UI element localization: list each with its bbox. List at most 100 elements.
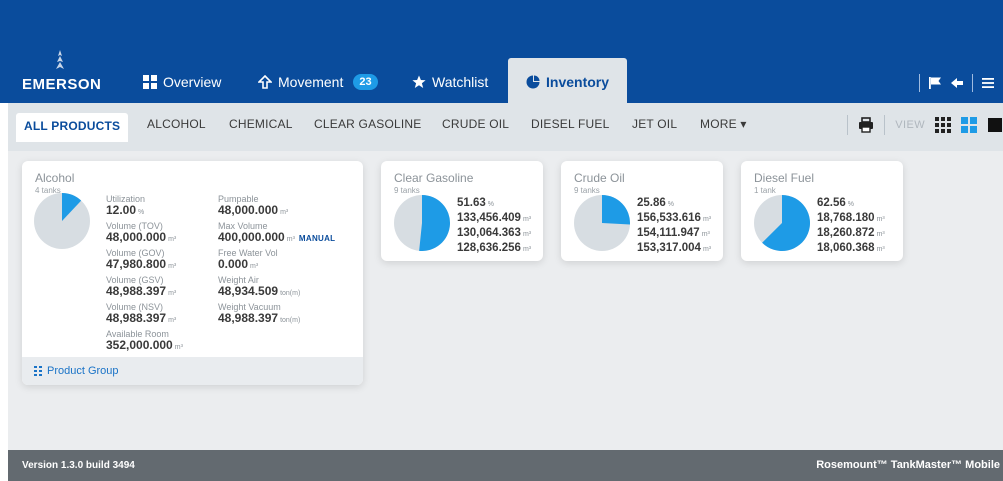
utilization-pie-chart bbox=[574, 195, 630, 251]
stat-value: 0.000 bbox=[218, 257, 249, 271]
drag-handle-icon bbox=[34, 366, 42, 376]
stat-item: Weight Air 48,934.509 ton(m) bbox=[218, 275, 335, 300]
value: 154,111.947 bbox=[637, 227, 700, 239]
pie-utilization-slice bbox=[602, 195, 630, 225]
subtab-alcohol[interactable]: ALCOHOL bbox=[147, 117, 206, 131]
nav-tab-label: Inventory bbox=[546, 74, 610, 90]
logout-icon[interactable] bbox=[950, 76, 964, 90]
subtab-crude-oil[interactable]: CRUDE OIL bbox=[442, 117, 509, 131]
value-row: 154,111.947 m³ bbox=[637, 227, 711, 241]
utilization-pie-chart bbox=[34, 193, 90, 249]
utilization-pie-chart bbox=[754, 195, 810, 251]
card-title: Crude Oil bbox=[574, 171, 625, 185]
stat-value-row: 400,000.000 m³ MANUAL bbox=[218, 231, 335, 246]
value-unit: m³ bbox=[522, 216, 532, 223]
stat-item: Weight Vacuum 48,988.397 ton(m) bbox=[218, 302, 335, 327]
divider bbox=[919, 74, 920, 92]
stats-left-column: Utilization 12.00% Volume (TOV) 48,000.000 m… bbox=[106, 194, 183, 355]
stat-item: Volume (GSV) 48,988.397 m³ bbox=[106, 275, 183, 300]
value: 51.63 bbox=[457, 197, 486, 209]
stat-value: 48,988.397 bbox=[218, 311, 279, 325]
version-text: Version 1.3.0 build 3494 bbox=[22, 460, 135, 471]
stat-value-row: 0.000 m³ bbox=[218, 258, 335, 273]
product-brand-text: Rosemount™ TankMaster™ Mobile bbox=[816, 459, 1000, 471]
stat-value-row: 48,988.397 ton(m) bbox=[218, 312, 335, 327]
nav-tab-label: Overview bbox=[163, 74, 222, 90]
hamburger-menu-icon[interactable] bbox=[981, 76, 995, 90]
card-values: 62.56% 18,768.180 m³ 18,260.872 m³ 18,060.368… bbox=[817, 197, 885, 256]
stat-value-row: 47,980.800 m³ bbox=[106, 258, 183, 273]
square-icon[interactable] bbox=[987, 117, 1003, 133]
value: 25.86 bbox=[637, 197, 666, 209]
stat-value: 48,988.397 bbox=[106, 284, 167, 298]
card-values: 25.86% 156,533.616 m³ 154,111.947 m³ 153,317.… bbox=[637, 197, 711, 256]
value-unit: m³ bbox=[876, 246, 885, 253]
divider bbox=[884, 115, 886, 135]
pie-chart-icon bbox=[526, 75, 540, 89]
value-row: 62.56% bbox=[817, 197, 885, 211]
nav-tab-inventory[interactable]: Inventory bbox=[508, 58, 628, 103]
product-card-clear-gasoline[interactable]: Clear Gasoline 9 tanks 51.63% 133,456.409… bbox=[381, 161, 543, 261]
print-icon[interactable] bbox=[858, 117, 874, 133]
value-unit: % bbox=[847, 201, 855, 208]
card-title: Diesel Fuel bbox=[754, 171, 815, 185]
stat-item: Free Water Vol 0.000 m³ bbox=[218, 248, 335, 273]
value-unit: m³ bbox=[876, 216, 885, 223]
stat-value: 48,000.000 bbox=[106, 230, 167, 244]
value-row: 130,064.363 m³ bbox=[457, 227, 531, 241]
product-filter-bar: ALL PRODUCTS ALCOHOL CHEMICAL CLEAR GASO… bbox=[8, 103, 1003, 151]
stats-right-column: Pumpable 48,000.000 m³ Max Volume 400,000.00… bbox=[218, 194, 335, 328]
subtab-diesel-fuel[interactable]: DIESEL FUEL bbox=[531, 117, 609, 131]
inventory-content: Alcohol 4 tanks Utilization 12.00% Volume … bbox=[8, 151, 1003, 450]
value-unit: m³ bbox=[522, 231, 532, 238]
product-group-link[interactable]: Product Group bbox=[34, 365, 119, 377]
nav-tab-movement[interactable]: Movement 23 bbox=[258, 62, 378, 103]
subtab-chemical[interactable]: CHEMICAL bbox=[229, 117, 293, 131]
value: 153,317.004 bbox=[637, 242, 701, 254]
stat-value: 48,988.397 bbox=[106, 311, 167, 325]
flag-icon[interactable] bbox=[928, 76, 942, 90]
divider bbox=[972, 74, 973, 92]
value-row: 18,060.368 m³ bbox=[817, 242, 885, 256]
subtab-jet-oil[interactable]: JET OIL bbox=[632, 117, 677, 131]
product-card-crude-oil[interactable]: Crude Oil 9 tanks 25.86% 156,533.616 m³ 154… bbox=[561, 161, 723, 261]
value-unit: m³ bbox=[702, 216, 712, 223]
value-unit: m³ bbox=[702, 246, 712, 253]
divider bbox=[847, 115, 849, 135]
stat-unit: m³ bbox=[286, 236, 295, 243]
grid-small-icon[interactable] bbox=[935, 117, 951, 133]
stat-item: Volume (NSV) 48,988.397 m³ bbox=[106, 302, 183, 327]
top-navigation-bar: EMERSON Overview Movement 23 Watchlist I… bbox=[0, 0, 1003, 103]
stat-unit: m³ bbox=[250, 263, 259, 270]
product-card-alcohol[interactable]: Alcohol 4 tanks Utilization 12.00% Volume … bbox=[22, 161, 363, 385]
subtab-clear-gasoline[interactable]: CLEAR GASOLINE bbox=[314, 117, 422, 131]
stat-unit: m³ bbox=[280, 209, 289, 216]
stat-value-row: 352,000.000 m³ bbox=[106, 339, 183, 354]
stat-value: 400,000.000 bbox=[218, 230, 285, 244]
product-card-diesel-fuel[interactable]: Diesel Fuel 1 tank 62.56% 18,768.180 m³ 18,… bbox=[741, 161, 903, 261]
value: 62.56 bbox=[817, 197, 846, 209]
stat-unit: m³ bbox=[168, 317, 177, 324]
stat-item: Max Volume 400,000.000 m³ MANUAL bbox=[218, 221, 335, 246]
subtab-all-products[interactable]: ALL PRODUCTS bbox=[16, 113, 129, 142]
stat-value: 12.00 bbox=[106, 203, 137, 217]
grid-large-icon[interactable] bbox=[961, 117, 977, 133]
card-footer: Product Group bbox=[22, 357, 363, 385]
utilization-pie-chart bbox=[394, 195, 450, 251]
stat-value-row: 48,000.000 m³ bbox=[106, 231, 183, 246]
value-row: 51.63% bbox=[457, 197, 531, 211]
nav-tab-label: Movement bbox=[278, 74, 344, 90]
stat-unit: % bbox=[138, 209, 145, 216]
value-unit: m³ bbox=[522, 246, 532, 253]
value: 18,768.180 bbox=[817, 212, 875, 224]
value: 133,456.409 bbox=[457, 212, 521, 224]
nav-tab-overview[interactable]: Overview bbox=[143, 62, 221, 103]
stat-item: Available Room 352,000.000 m³ bbox=[106, 329, 183, 354]
grid-icon bbox=[143, 75, 157, 89]
nav-tab-watchlist[interactable]: Watchlist bbox=[412, 62, 488, 103]
manual-tag: MANUAL bbox=[298, 234, 336, 243]
card-subtitle: 9 tanks bbox=[574, 186, 600, 195]
subtab-more-dropdown[interactable]: MORE ▾ bbox=[700, 117, 747, 131]
value: 156,533.616 bbox=[637, 212, 701, 224]
stat-item: Volume (TOV) 48,000.000 m³ bbox=[106, 221, 183, 246]
